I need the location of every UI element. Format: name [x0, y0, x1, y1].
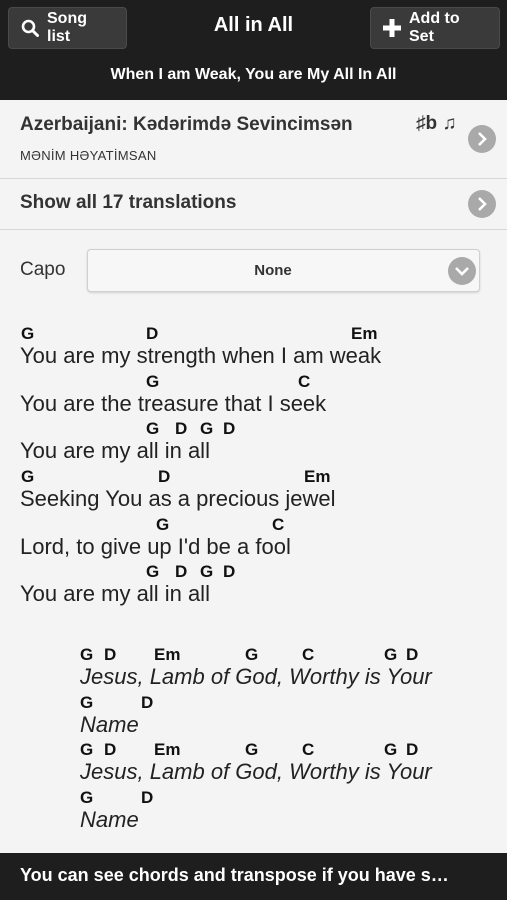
- lyric-line: Name: [80, 712, 139, 737]
- chord: G: [156, 515, 170, 534]
- music-notation-icon: ♯b ♫: [416, 113, 457, 134]
- chord: D: [141, 693, 154, 712]
- chord: D: [104, 740, 117, 759]
- chord: G: [21, 324, 35, 343]
- chord: G: [200, 419, 214, 438]
- song-list-label: Song list: [47, 10, 87, 45]
- capo-value: None: [254, 262, 292, 279]
- lyric-line: You are my strength when I am weak: [20, 343, 382, 368]
- song-list-button[interactable]: Song list: [8, 7, 127, 49]
- chevron-right-icon: [468, 190, 496, 218]
- chord: G: [146, 372, 160, 391]
- add-to-set-button[interactable]: Add to Set: [370, 7, 500, 49]
- translation-title: Azerbaijani: Kədərimdə Sevincimsən: [20, 114, 353, 135]
- footer-message: You can see chords and transpose if you …: [20, 865, 449, 885]
- chord: G: [384, 645, 398, 664]
- lyric-line: You are my all in all: [20, 438, 210, 463]
- lyric-line: Jesus, Lamb of God, Worthy is Your: [80, 759, 432, 784]
- translation-subtitle: MƏNİM HƏYATİMSAN: [20, 148, 157, 163]
- chord: G: [245, 645, 259, 664]
- search-icon: [21, 19, 39, 37]
- lyric-line: Name: [80, 807, 139, 832]
- chord: D: [146, 324, 159, 343]
- chord: G: [21, 467, 35, 486]
- chord: Em: [304, 467, 331, 486]
- lyric-line: Seeking You as a precious jewel: [20, 486, 336, 511]
- chord: G: [200, 562, 214, 581]
- chord: C: [302, 740, 315, 759]
- footer-banner[interactable]: You can see chords and transpose if you …: [0, 853, 507, 900]
- chord: D: [104, 645, 117, 664]
- chord: D: [175, 562, 188, 581]
- chord: G: [384, 740, 398, 759]
- chord: G: [80, 693, 94, 712]
- chord: G: [80, 788, 94, 807]
- lyric-line: You are my all in all: [20, 581, 210, 606]
- chord: D: [175, 419, 188, 438]
- chord: G: [80, 645, 94, 664]
- chord: G: [80, 740, 94, 759]
- plus-icon: [383, 19, 401, 37]
- lyric-line: Lord, to give up I'd be a fool: [20, 534, 291, 559]
- chord: G: [245, 740, 259, 759]
- chevron-down-icon: [448, 257, 476, 285]
- chord: C: [298, 372, 311, 391]
- chord: Em: [351, 324, 378, 343]
- translation-row[interactable]: Azerbaijani: Kədərimdə Sevincimsən ♯b ♫ …: [0, 100, 507, 179]
- lyric-line: You are the treasure that I seek: [20, 391, 327, 416]
- chord: D: [141, 788, 154, 807]
- chord: D: [406, 645, 419, 664]
- song-subtitle: When I am Weak, You are My All In All: [110, 66, 397, 83]
- page-title: All in All: [213, 14, 294, 36]
- chevron-right-icon: [468, 125, 496, 153]
- chord: D: [406, 740, 419, 759]
- top-bar: Song list All in All Add to Set When I a…: [0, 0, 507, 100]
- show-translations-row[interactable]: Show all 17 translations: [0, 179, 507, 230]
- capo-select[interactable]: None: [87, 249, 480, 292]
- chord: G: [146, 419, 160, 438]
- lyric-line: Jesus, Lamb of God, Worthy is Your: [80, 664, 432, 689]
- chord: Em: [154, 645, 181, 664]
- chord: D: [223, 562, 236, 581]
- chord: D: [223, 419, 236, 438]
- chord: Em: [154, 740, 181, 759]
- chord: C: [272, 515, 285, 534]
- add-to-set-label: Add to Set: [409, 10, 460, 45]
- chord: C: [302, 645, 315, 664]
- show-translations-label: Show all 17 translations: [20, 192, 237, 213]
- chord: D: [158, 467, 171, 486]
- chord: G: [146, 562, 160, 581]
- capo-label: Capo: [20, 259, 66, 280]
